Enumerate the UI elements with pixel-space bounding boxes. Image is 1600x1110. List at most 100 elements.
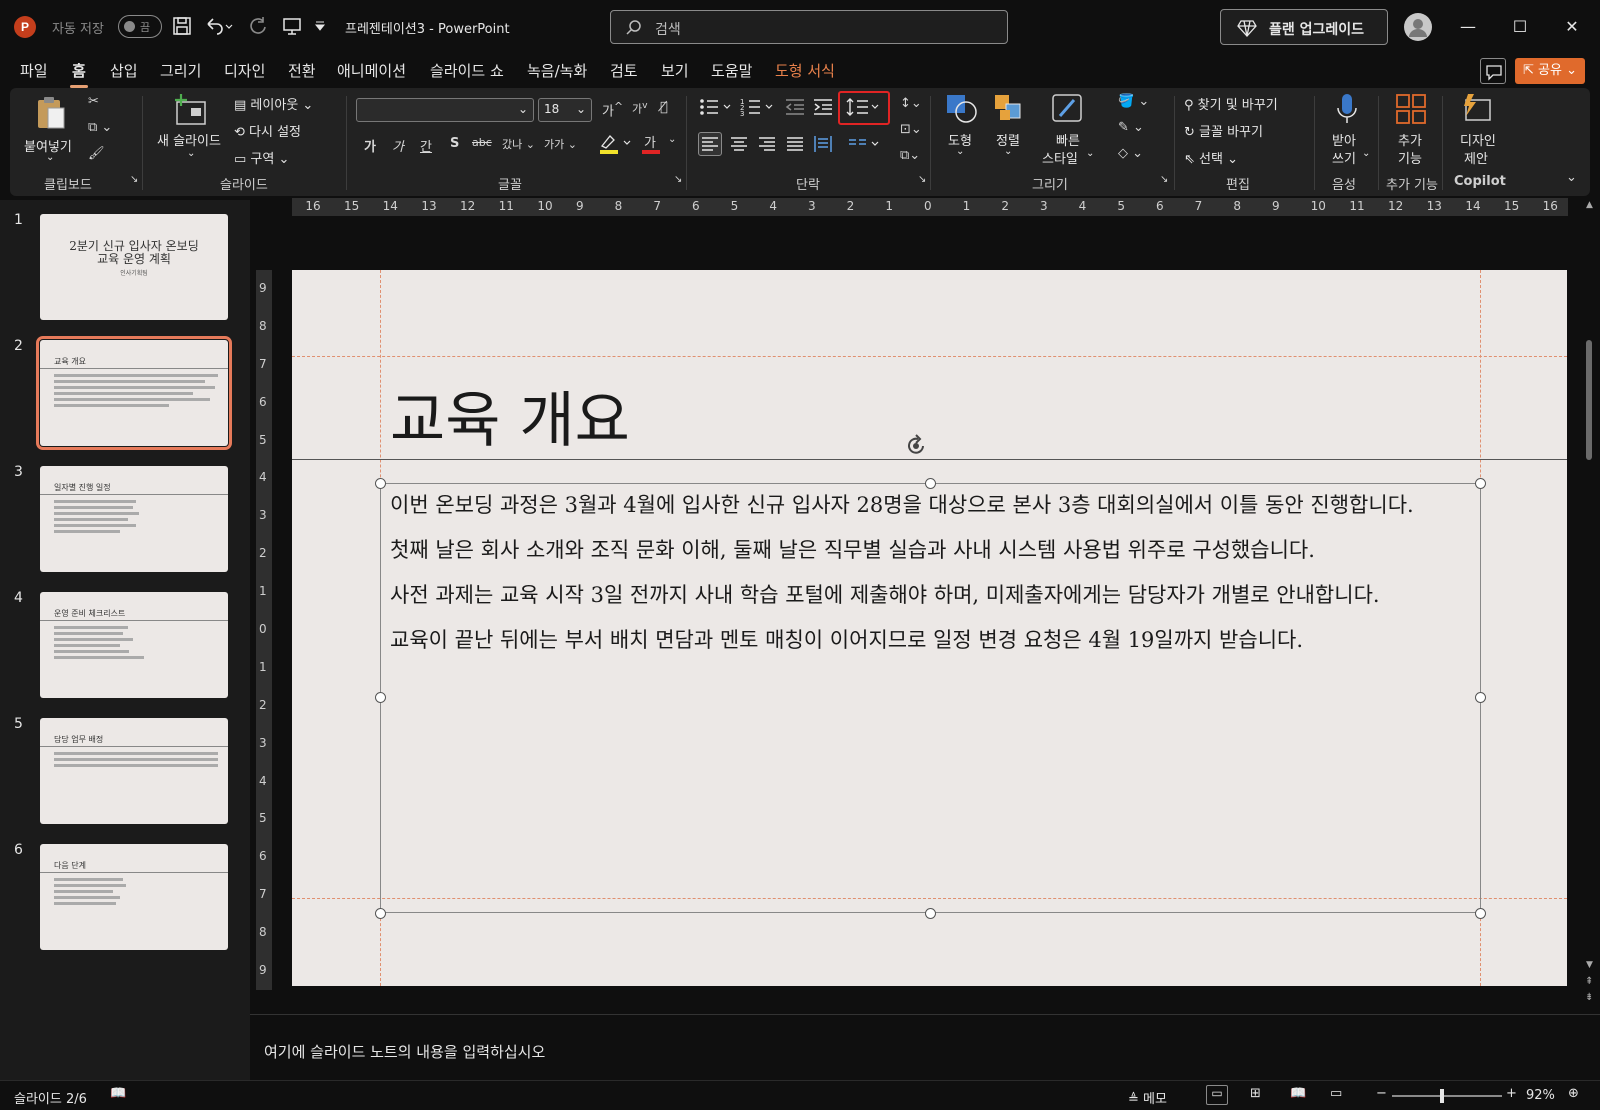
tab-draw[interactable]: 그리기 [160, 60, 201, 81]
align-center-icon[interactable] [728, 133, 750, 155]
next-slide-icon[interactable]: ⇟ [1585, 992, 1593, 1003]
text-direction-icon[interactable]: ↕⌄ [900, 96, 922, 111]
select-button[interactable]: ⇖ 선택 ⌄ [1184, 148, 1238, 167]
resize-handle[interactable] [925, 908, 936, 919]
cut-icon[interactable]: ✂ [88, 94, 99, 109]
increase-font-size-icon[interactable]: 가^ [602, 100, 623, 119]
columns-icon[interactable] [846, 133, 880, 155]
present-from-start-icon[interactable] [282, 16, 302, 36]
resize-handle[interactable] [1475, 692, 1486, 703]
section-button[interactable]: ▭ 구역 ⌄ [234, 148, 289, 167]
shadow-button[interactable]: S [450, 136, 459, 151]
change-case-button[interactable]: 가가 ⌄ [544, 136, 577, 152]
character-spacing-button[interactable]: 갔나 ⌄ [502, 136, 535, 152]
drawing-launcher-icon[interactable]: ↘ [1160, 174, 1168, 185]
reset-button[interactable]: ⟲ 다시 설정 [234, 121, 301, 140]
body-paragraph[interactable]: 사전 과제는 교육 시작 3일 전까지 사내 학습 포털에 제출해야 하며, 미… [390, 580, 1475, 611]
tab-insert[interactable]: 삽입 [110, 60, 138, 81]
shape-fill-icon[interactable]: 🪣 ⌄ [1118, 94, 1149, 109]
italic-button[interactable]: 가 [392, 136, 404, 155]
slideshow-view-icon[interactable]: ▭ [1330, 1086, 1342, 1101]
normal-view-icon[interactable]: ▭ [1206, 1085, 1228, 1105]
slide-thumbnail-1[interactable]: 2분기 신규 입사자 온보딩 교육 운영 계획 인사기획팀 [40, 214, 228, 320]
font-name-combo[interactable]: ⌄ [356, 98, 534, 122]
arrange-button[interactable]: 정렬 ⌄ [988, 92, 1032, 172]
decrease-indent-icon[interactable] [784, 96, 806, 118]
avatar[interactable] [1404, 13, 1432, 41]
convert-smartart-icon[interactable]: ⧉⌄ [900, 148, 920, 163]
align-right-icon[interactable] [756, 133, 778, 155]
clear-formatting-icon[interactable]: 가̸ [660, 100, 668, 115]
paste-button[interactable]: 붙여넣기 ⌄ [24, 94, 80, 170]
save-icon[interactable] [172, 16, 192, 36]
quick-styles-button[interactable]: 빠른 스타일 ⌄ [1040, 92, 1096, 172]
tab-shape-format[interactable]: 도형 서식 [775, 60, 835, 81]
designer-button[interactable]: 디자인 제안 [1450, 92, 1506, 172]
customize-toolbar-icon[interactable] [314, 20, 326, 32]
font-size-combo[interactable]: 18 ⌄ [538, 98, 592, 122]
highlight-color-button[interactable] [598, 132, 632, 154]
scrollbar-thumb[interactable] [1586, 340, 1592, 460]
clipboard-launcher-icon[interactable]: ↘ [130, 174, 138, 185]
body-text[interactable]: 이번 온보딩 과정은 3월과 4월에 입사한 신규 입사자 28명을 대상으로 … [390, 490, 1475, 670]
undo-icon[interactable] [204, 16, 234, 36]
strikethrough-button[interactable]: abc [472, 136, 492, 149]
tab-home[interactable]: 홈 [70, 60, 88, 88]
notes-toggle-button[interactable]: ≜ 메모 [1128, 1088, 1167, 1107]
autosave-toggle[interactable]: 끔 [118, 15, 162, 38]
collapse-ribbon-icon[interactable]: ⌄ [1566, 170, 1577, 185]
vertical-scrollbar[interactable]: ▲ ▼ ⇞ ⇟ [1582, 200, 1600, 1014]
slide-thumbnail-3[interactable]: 일자별 진행 일정 [40, 466, 228, 572]
addins-button[interactable]: 추가 기능 [1386, 92, 1438, 172]
resize-handle[interactable] [925, 478, 936, 489]
notes-pane[interactable]: 여기에 슬라이드 노트의 내용을 입력하십시오 [250, 1014, 1600, 1080]
slide-title[interactable]: 교육 개요 [390, 372, 630, 459]
slide-thumbnail-2[interactable]: 교육 개요 [36, 336, 232, 450]
resize-handle[interactable] [1475, 908, 1486, 919]
resize-handle[interactable] [1475, 478, 1486, 489]
bold-button[interactable]: 가 [364, 136, 376, 155]
resize-handle[interactable] [375, 478, 386, 489]
zoom-out-icon[interactable]: − [1376, 1086, 1387, 1101]
slide-thumbnail-4[interactable]: 운영 준비 체크리스트 [40, 592, 228, 698]
slide-thumbnail-6[interactable]: 다음 단계 [40, 844, 228, 950]
justify-icon[interactable] [784, 133, 806, 155]
fit-slide-icon[interactable]: ⊕ [1568, 1086, 1579, 1101]
share-button[interactable]: ⇱ 공유 ⌄ [1515, 58, 1585, 84]
shape-outline-icon[interactable]: ✎ ⌄ [1118, 120, 1144, 135]
maximize-button[interactable]: ☐ [1500, 12, 1540, 42]
tab-file[interactable]: 파일 [20, 60, 48, 81]
align-text-icon[interactable]: ⊡⌄ [900, 122, 922, 137]
numbering-icon[interactable]: 123 [740, 96, 774, 118]
resize-handle[interactable] [375, 908, 386, 919]
copy-icon[interactable]: ⧉ ⌄ [88, 120, 112, 135]
tab-slideshow[interactable]: 슬라이드 쇼 [430, 60, 504, 81]
resize-handle[interactable] [375, 692, 386, 703]
minimize-button[interactable]: — [1448, 12, 1488, 42]
close-button[interactable]: ✕ [1552, 12, 1592, 42]
find-replace-button[interactable]: ⚲ 찾기 및 바꾸기 [1184, 94, 1278, 113]
distributed-icon[interactable] [812, 133, 834, 155]
tab-design[interactable]: 디자인 [224, 60, 265, 81]
zoom-slider-thumb[interactable] [1440, 1089, 1444, 1103]
decrease-font-size-icon[interactable]: 가v [632, 100, 648, 117]
tab-animations[interactable]: 애니메이션 [337, 60, 406, 81]
zoom-in-icon[interactable]: + [1506, 1086, 1517, 1101]
comments-button[interactable] [1480, 58, 1506, 84]
underline-button[interactable]: 간 [420, 136, 432, 155]
dictate-button[interactable]: 받아 쓰기 ⌄ [1324, 92, 1370, 172]
rotate-handle-icon[interactable] [904, 434, 930, 458]
shapes-button[interactable]: 도형 ⌄ [940, 92, 984, 172]
replace-font-button[interactable]: ↻ 글꼴 바꾸기 [1184, 121, 1263, 140]
scroll-down-icon[interactable]: ▼ [1586, 960, 1593, 970]
new-slide-button[interactable]: 새 슬라이드 ⌄ [155, 92, 227, 168]
zoom-level[interactable]: 92% [1526, 1088, 1555, 1103]
layout-button[interactable]: ▤ 레이아웃 ⌄ [234, 94, 313, 113]
tab-transitions[interactable]: 전환 [288, 60, 316, 81]
search-input[interactable]: 검색 [610, 10, 1008, 44]
redo-icon[interactable] [248, 16, 268, 36]
slide-thumbnail-5[interactable]: 담당 업무 배정 [40, 718, 228, 824]
shape-effects-icon[interactable]: ◇ ⌄ [1118, 146, 1143, 161]
increase-indent-icon[interactable] [812, 96, 834, 118]
body-paragraph[interactable]: 교육이 끝난 뒤에는 부서 배치 면담과 멘토 매칭이 이어지므로 일정 변경 … [390, 625, 1475, 656]
